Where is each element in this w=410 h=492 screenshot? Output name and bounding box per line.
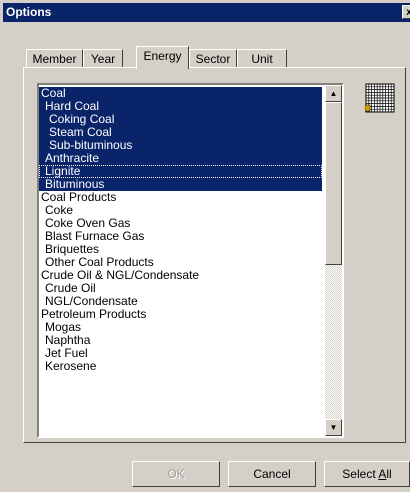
tab-energy[interactable]: Energy xyxy=(136,46,189,69)
list-item[interactable]: Kerosene xyxy=(39,360,322,373)
vertical-scrollbar[interactable]: ▲ ▼ xyxy=(325,85,342,436)
select-all-button[interactable]: Select All xyxy=(324,461,410,487)
options-dialog: Options x Member Year Energy Sector Unit… xyxy=(0,0,410,492)
list-item[interactable]: Petroleum Products xyxy=(39,308,322,321)
title-bar[interactable]: Options x xyxy=(3,3,410,22)
scroll-down-button[interactable]: ▼ xyxy=(325,419,342,436)
energy-list: Coal Hard Coal Coking Coal Steam Coal Sub-bi… xyxy=(39,87,322,373)
tab-member[interactable]: Member xyxy=(26,49,83,68)
select-all-label-suffix: ll xyxy=(386,467,392,481)
list-item[interactable]: Coal Products xyxy=(39,191,322,204)
tab-year[interactable]: Year xyxy=(83,49,123,68)
window-title: Options xyxy=(6,5,52,19)
close-button[interactable]: x xyxy=(402,5,410,19)
cancel-button[interactable]: Cancel xyxy=(228,461,316,487)
arrow-down-icon: ▼ xyxy=(329,423,338,432)
grid-icon[interactable] xyxy=(365,83,395,113)
arrow-up-icon: ▲ xyxy=(329,89,338,98)
list-item[interactable]: Anthracite xyxy=(39,152,322,165)
tab-sector[interactable]: Sector xyxy=(189,49,237,68)
scroll-thumb[interactable] xyxy=(325,102,342,265)
tab-unit[interactable]: Unit xyxy=(237,49,287,68)
select-all-label-prefix: Select xyxy=(342,467,379,481)
energy-listbox[interactable]: Coal Hard Coal Coking Coal Steam Coal Sub-bi… xyxy=(37,83,344,438)
ok-button[interactable]: OK xyxy=(132,461,220,487)
scroll-up-button[interactable]: ▲ xyxy=(325,85,342,102)
